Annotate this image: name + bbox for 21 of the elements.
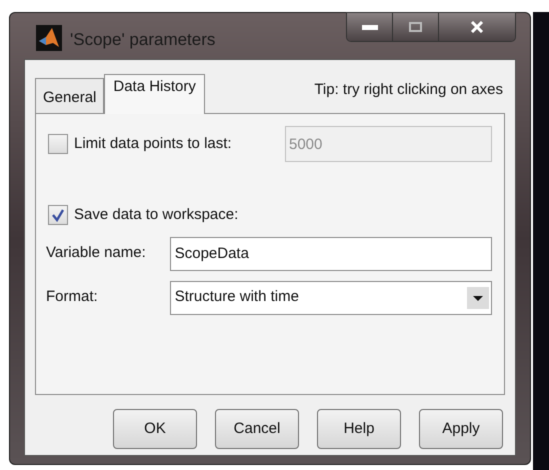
close-button[interactable] xyxy=(439,13,515,41)
dialog-button[interactable]: Cancel xyxy=(215,409,299,449)
maximize-button[interactable] xyxy=(393,13,439,41)
dialog-button[interactable]: OK xyxy=(113,409,197,449)
format-dropdown[interactable]: Structure with time xyxy=(170,280,492,314)
minimize-button[interactable] xyxy=(347,13,393,41)
variable-name-field[interactable]: ScopeData xyxy=(170,236,492,270)
limit-label: Limit data points to last: xyxy=(74,134,233,154)
close-icon xyxy=(470,21,484,33)
dialog-button[interactable]: Help xyxy=(317,409,401,449)
window-title: 'Scope' parameters xyxy=(70,29,216,51)
app-logo-icon xyxy=(36,25,62,51)
format-label: Format: xyxy=(46,287,99,308)
checkbox[interactable] xyxy=(48,205,68,226)
dialog-button[interactable]: Apply xyxy=(419,409,503,449)
save-label: Save data to workspace: xyxy=(74,205,238,225)
variable-name-label: Variable name: xyxy=(46,243,147,264)
checkmark-icon xyxy=(51,208,65,222)
tab[interactable]: General xyxy=(35,78,104,113)
tab[interactable]: Data History xyxy=(104,74,205,114)
tip-text: Tip: try right clicking on axes xyxy=(314,80,503,100)
